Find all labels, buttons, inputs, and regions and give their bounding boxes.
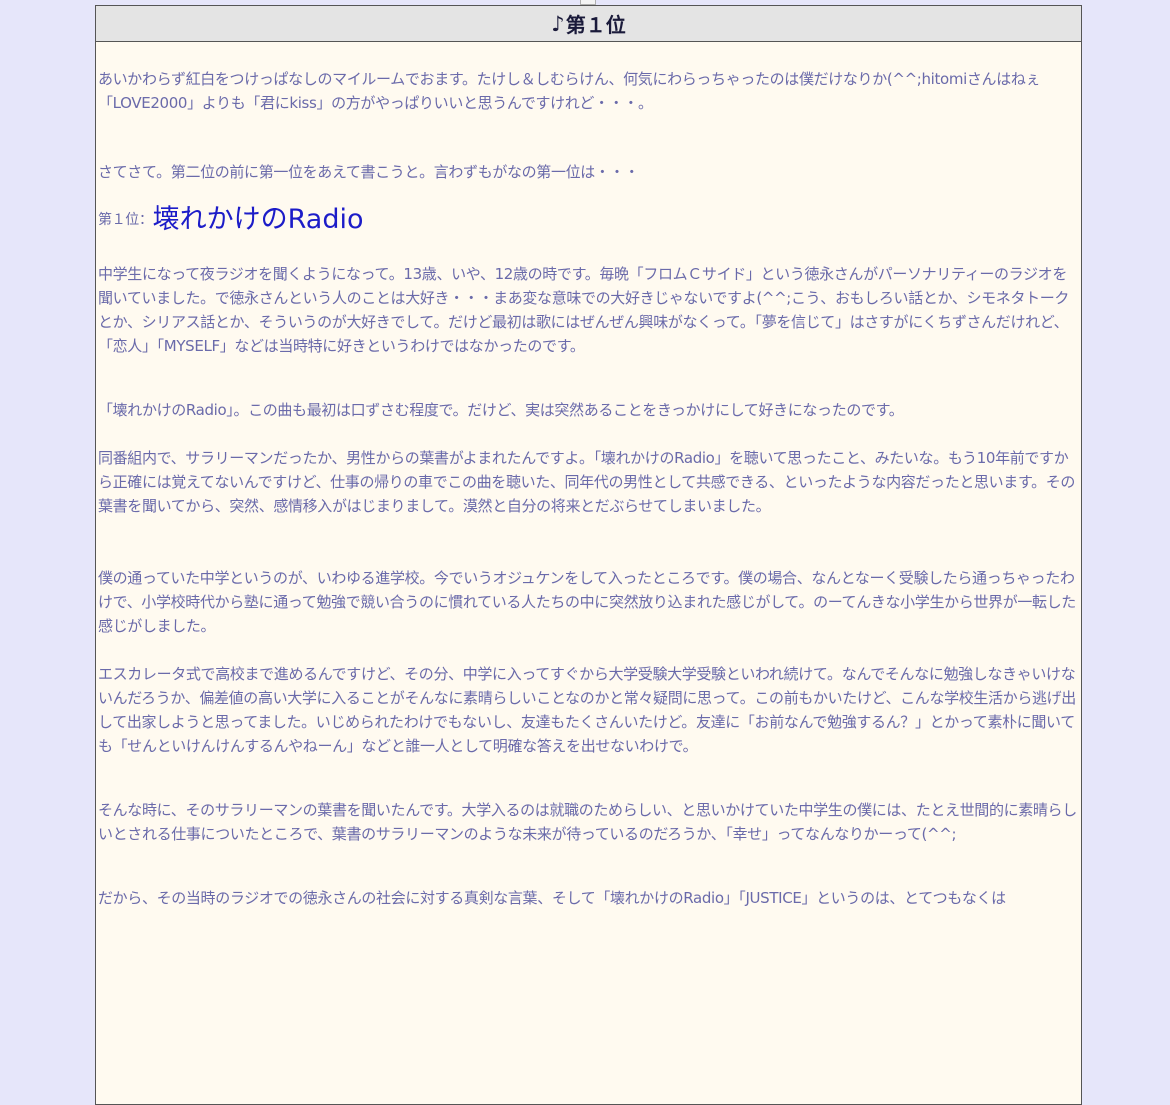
paragraph-5: エスカレータ式で高校まで進めるんですけど、その分、中学に入ってすぐから大学受験大… <box>98 665 1076 755</box>
paragraph-2: 「壊れかけのRadio」。この曲も最初は口ずさむ程度で。だけど、実は突然あること… <box>98 401 904 419</box>
paragraph-1: 中学生になって夜ラジオを聞くようになって。13歳、いや、12歳の時です。毎晩「フ… <box>98 265 1070 355</box>
paragraph-4: 僕の通っていた中学というのが、いわゆる進学校。今でいうオジュケンをして入ったとこ… <box>98 569 1076 635</box>
rank-prefix: 第１位： <box>98 212 153 228</box>
paragraph-6: そんな時に、そのサラリーマンの葉書を聞いたんです。大学入るのは就職のためらしい、… <box>98 801 1077 843</box>
rank-heading: 第１位： 壊れかけのRadio <box>98 194 1079 246</box>
paragraph-7: だから、その当時のラジオでの徳永さんの社会に対する真剣な言葉、そして「壊れかけの… <box>98 889 1006 907</box>
music-note-icon: ♪ <box>551 11 565 36</box>
ranking-header-title: 第１位 <box>565 13 626 37</box>
article-body: あいかわらず紅白をつけっぱなしのマイルームでおます。たけし＆しむらけん、何気にわ… <box>96 67 1081 910</box>
article-panel: ♪ 第１位 あいかわらず紅白をつけっぱなしのマイルームでおます。たけし＆しむらけ… <box>95 5 1082 1105</box>
ranking-header: ♪ 第１位 <box>96 6 1081 42</box>
intro-paragraph: あいかわらず紅白をつけっぱなしのマイルームでおます。たけし＆しむらけん、何気にわ… <box>98 70 1041 112</box>
song-title: 壊れかけのRadio <box>152 204 364 235</box>
paragraph-3: 同番組内で、サラリーマンだったか、男性からの葉書がよまれたんですよ。「壊れかけの… <box>98 449 1076 515</box>
lead-paragraph: さてさて。第二位の前に第一位をあえて書こうと。言わずもがなの第一位は・・・ <box>98 163 639 181</box>
